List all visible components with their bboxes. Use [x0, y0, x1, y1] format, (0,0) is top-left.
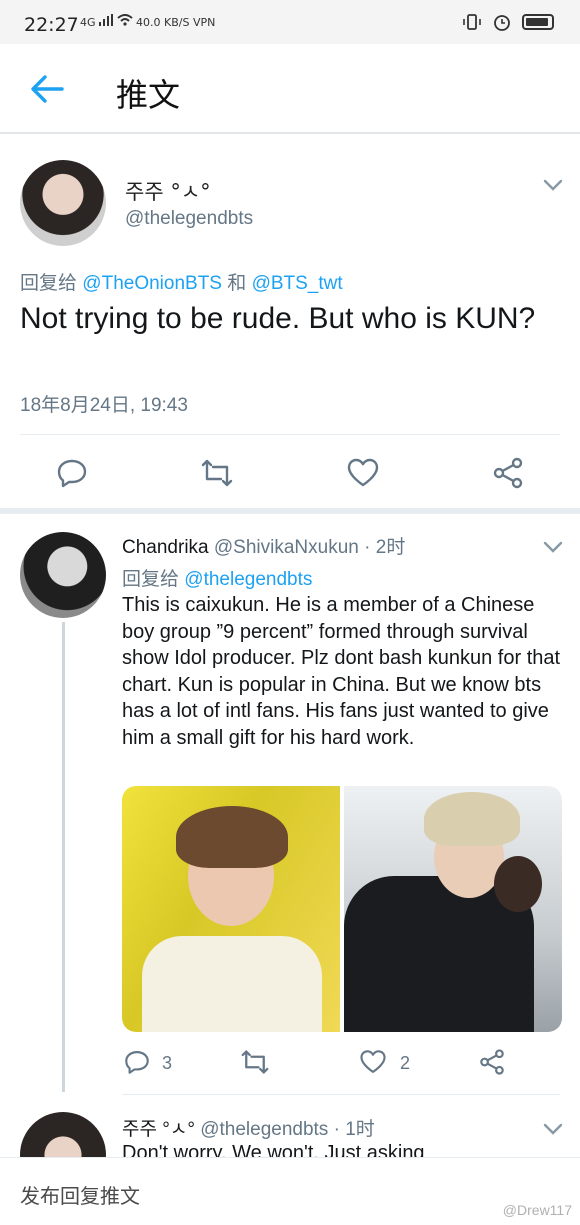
tweet-timestamp: 18年8月24日, 19:43 — [20, 395, 188, 416]
reply-to-line: 回复给 @thelegendbts — [122, 569, 313, 590]
share-icon[interactable] — [491, 457, 525, 489]
avatar[interactable] — [20, 532, 106, 618]
alarm-icon — [494, 15, 510, 31]
retweet-icon[interactable] — [240, 1048, 270, 1076]
status-time: 22:27 — [24, 14, 79, 36]
wifi-icon — [116, 14, 133, 26]
chevron-down-icon[interactable] — [542, 1122, 564, 1136]
thread-line — [62, 622, 65, 1092]
battery-icon — [522, 14, 554, 30]
like-count: 2 — [400, 1053, 411, 1073]
tweet-photo[interactable] — [122, 786, 340, 1032]
section-separator — [0, 508, 580, 514]
chevron-down-icon[interactable] — [542, 178, 564, 192]
app-bar: 推文 — [0, 44, 580, 134]
share-icon[interactable] — [478, 1048, 506, 1076]
like-icon[interactable] — [359, 1048, 387, 1076]
tweet-time: · 1时 — [333, 1119, 375, 1140]
divider — [122, 1094, 560, 1095]
retweet-icon[interactable] — [200, 457, 234, 489]
reply-icon[interactable] — [55, 457, 89, 489]
tweet-author-name[interactable]: 주주 °ㅅ° — [125, 176, 211, 206]
tweet-author-name[interactable]: Chandrika — [122, 537, 209, 558]
tweet-author-handle[interactable]: @thelegendbts — [125, 208, 253, 230]
reply-composer[interactable]: 发布回复推文 @Drew117 — [0, 1157, 580, 1225]
signal-icon — [99, 14, 114, 26]
tweet-text: This is caixukun. He is a member of a Ch… — [122, 594, 561, 749]
photo-figure — [424, 792, 520, 846]
reply-mention-link[interactable]: @BTS_twt — [252, 273, 343, 294]
tweet-text: Not trying to be rude. But who is KUN? — [20, 302, 536, 335]
reply-tweet-header: 주주 °ㅅ° @thelegendbts · 1时 — [122, 1114, 375, 1141]
tweet-photo[interactable] — [344, 786, 562, 1032]
avatar[interactable] — [20, 160, 106, 246]
photo-figure — [494, 856, 542, 912]
reply-mention-link[interactable]: @thelegendbts — [184, 569, 312, 590]
vibrate-icon — [463, 14, 481, 30]
photo-figure — [176, 806, 288, 868]
status-icons — [462, 13, 554, 31]
reply-icon[interactable] — [123, 1048, 151, 1076]
status-bar: 22:27 4G 40.0 KB/S VPN — [0, 0, 580, 44]
reply-count: 3 — [162, 1053, 173, 1073]
photo-figure — [142, 936, 322, 1032]
watermark: @Drew117 — [502, 1202, 572, 1218]
reply-mention-link[interactable]: @TheOnionBTS — [82, 273, 222, 294]
tweet-author-handle[interactable]: @ShivikaNxukun — [214, 537, 359, 558]
reply-composer-placeholder[interactable]: 发布回复推文 — [20, 1180, 140, 1209]
divider — [20, 434, 560, 435]
reply-tweet-header: Chandrika @ShivikaNxukun · 2时 — [122, 532, 405, 559]
back-arrow-icon[interactable] — [30, 74, 64, 104]
tweet-author-handle[interactable]: @thelegendbts — [200, 1119, 328, 1140]
reply-to-line: 回复给 @TheOnionBTS 和 @BTS_twt — [20, 273, 343, 294]
status-network: 4G 40.0 KB/S VPN — [80, 14, 216, 29]
page-title: 推文 — [116, 76, 181, 114]
like-icon[interactable] — [346, 457, 380, 489]
tweet-time: · 2时 — [364, 537, 406, 558]
tweet-author-name[interactable]: 주주 °ㅅ° — [122, 1119, 195, 1140]
chevron-down-icon[interactable] — [542, 540, 564, 554]
